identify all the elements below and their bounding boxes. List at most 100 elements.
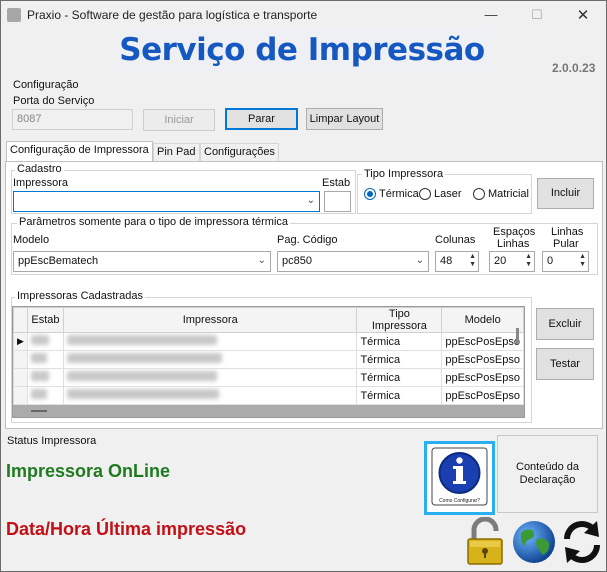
printer-label: Impressora bbox=[13, 177, 69, 189]
model-select-value: ppEscBematech bbox=[18, 255, 99, 267]
declaration-line-2: Declaração bbox=[519, 474, 576, 486]
clear-layout-button[interactable]: Limpar Layout bbox=[306, 108, 383, 130]
port-input[interactable]: 8087 bbox=[12, 109, 133, 130]
type-cell: Térmica bbox=[356, 350, 443, 369]
estab-cell bbox=[26, 368, 64, 387]
radio-laser-label: Laser bbox=[434, 188, 462, 200]
version-label: 2.0.0.23 bbox=[552, 61, 596, 75]
declaration-line-1: Conteúdo da bbox=[516, 461, 579, 473]
registered-printers-title: Impressoras Cadastradas bbox=[15, 290, 145, 302]
radio-dot bbox=[364, 188, 376, 200]
chevron-down-icon: ⌄ bbox=[306, 195, 315, 206]
last-print-datetime: Data/Hora Última impressão bbox=[6, 519, 247, 539]
estab-cell bbox=[26, 350, 64, 369]
line-spacing-spinner[interactable]: 20 ▲ ▼ bbox=[489, 251, 535, 272]
vertical-scrollbar-thumb[interactable] bbox=[516, 328, 519, 344]
codepage-label: Pag. Código bbox=[277, 234, 338, 246]
spin-arrows-icon: ▲ ▼ bbox=[579, 253, 586, 268]
chevron-down-icon: ⌄ bbox=[415, 255, 424, 266]
printer-cell bbox=[62, 386, 358, 405]
skip-lines-label-1: Linhas bbox=[551, 226, 584, 238]
line-spacing-value: 20 bbox=[494, 255, 507, 267]
type-cell: Térmica bbox=[356, 386, 443, 405]
printer-select[interactable]: ⌄ bbox=[13, 191, 320, 212]
estab-input[interactable] bbox=[324, 191, 351, 212]
radio-termica-label: Térmica bbox=[379, 188, 419, 200]
declaration-content-button[interactable]: Conteúdo da Declaração bbox=[497, 435, 598, 513]
type-cell: Térmica bbox=[356, 368, 443, 387]
row-selector bbox=[13, 386, 28, 405]
skip-lines-value: 0 bbox=[547, 255, 554, 267]
model-label: Modelo bbox=[13, 234, 50, 246]
help-caption: Como Configurar? bbox=[439, 498, 480, 504]
minimize-button[interactable]: — bbox=[468, 1, 514, 28]
horizontal-scrollbar-thumb[interactable] bbox=[31, 410, 47, 412]
table-row[interactable]: Térmica ppEscPosEpso bbox=[13, 368, 524, 387]
start-button[interactable]: Iniciar bbox=[143, 109, 215, 131]
printers-grid[interactable]: Estab Impressora Tipo Impressora Modelo … bbox=[12, 306, 525, 418]
tab-printer-config[interactable]: Configuração de Impressora bbox=[6, 141, 153, 162]
table-row[interactable]: Térmica ppEscPosEpso bbox=[13, 386, 524, 405]
column-header-model[interactable]: Modelo bbox=[441, 307, 524, 333]
globe-icon[interactable] bbox=[511, 519, 557, 565]
row-selector bbox=[13, 350, 28, 369]
estab-label: Estab bbox=[322, 177, 351, 189]
radio-dot bbox=[473, 188, 485, 200]
tab-pin-pad[interactable]: Pin Pad bbox=[153, 143, 200, 162]
printer-cell bbox=[62, 332, 358, 351]
columns-spinner[interactable]: 48 ▲ ▼ bbox=[435, 251, 479, 272]
radio-dot bbox=[419, 188, 431, 200]
delete-button[interactable]: Excluir bbox=[536, 308, 594, 340]
app-icon bbox=[7, 7, 21, 22]
table-row[interactable]: Térmica ppEscPosEpso bbox=[13, 350, 524, 369]
printer-cell bbox=[62, 368, 358, 387]
info-icon: Como Configurar? bbox=[431, 447, 488, 506]
column-header-printer[interactable]: Impressora bbox=[62, 307, 358, 333]
line-spacing-label-2: Linhas bbox=[497, 238, 530, 250]
how-to-configure-button[interactable]: Como Configurar? bbox=[424, 441, 495, 515]
model-select[interactable]: ppEscBematech ⌄ bbox=[13, 251, 271, 272]
columns-value: 48 bbox=[440, 255, 453, 267]
app-window: Praxio - Software de gestão para logísti… bbox=[0, 0, 607, 572]
chevron-down-icon: ⌄ bbox=[257, 255, 266, 266]
line-spacing-label-1: Espaços bbox=[493, 226, 536, 238]
printer-cell bbox=[62, 350, 358, 369]
columns-label: Colunas bbox=[435, 234, 476, 246]
codepage-select[interactable]: pc850 ⌄ bbox=[277, 251, 429, 272]
declaration-label: Conteúdo da Declaração bbox=[516, 461, 579, 487]
tab-settings[interactable]: Configurações bbox=[200, 143, 279, 162]
skip-lines-spinner[interactable]: 0 ▲ ▼ bbox=[542, 251, 589, 272]
radio-matricial-label: Matricial bbox=[488, 188, 529, 200]
row-selector bbox=[13, 368, 28, 387]
type-cell: Térmica bbox=[356, 332, 443, 351]
window-title: Praxio - Software de gestão para logísti… bbox=[27, 7, 318, 22]
padlock-icon[interactable] bbox=[464, 517, 506, 567]
radio-laser[interactable]: Laser bbox=[419, 188, 462, 200]
estab-cell bbox=[26, 386, 64, 405]
include-button[interactable]: Incluir bbox=[537, 178, 594, 209]
close-button[interactable]: ✕ bbox=[560, 1, 606, 28]
model-cell: ppEscPosEpso bbox=[441, 332, 524, 351]
table-row[interactable]: ▶ Térmica ppEscPosEpso bbox=[13, 332, 524, 351]
printer-type-group-title: Tipo Impressora bbox=[362, 168, 446, 180]
radio-termica[interactable]: Térmica bbox=[364, 188, 419, 200]
stop-button[interactable]: Parar bbox=[225, 108, 298, 130]
printer-online-status: Impressora OnLine bbox=[6, 461, 171, 481]
model-cell: ppEscPosEpso bbox=[441, 386, 524, 405]
spin-arrows-icon: ▲ ▼ bbox=[469, 253, 476, 268]
port-label: Porta do Serviço bbox=[13, 95, 95, 107]
radio-matricial[interactable]: Matricial bbox=[473, 188, 529, 200]
title-bar: Praxio - Software de gestão para logísti… bbox=[1, 1, 606, 28]
model-cell: ppEscPosEpso bbox=[441, 368, 524, 387]
test-button[interactable]: Testar bbox=[536, 348, 594, 380]
column-header-type[interactable]: Tipo Impressora bbox=[356, 307, 443, 333]
row-selector-arrow-icon: ▶ bbox=[13, 332, 28, 351]
maximize-button[interactable]: ☐ bbox=[514, 1, 560, 28]
refresh-icon[interactable] bbox=[559, 517, 605, 567]
page-title-banner: Serviço de Impressão bbox=[113, 28, 491, 72]
thermal-params-title: Parâmetros somente para o tipo de impres… bbox=[17, 216, 291, 228]
estab-cell bbox=[26, 332, 64, 351]
cadastro-group-title: Cadastro bbox=[15, 163, 64, 175]
codepage-select-value: pc850 bbox=[282, 255, 312, 267]
column-header-estab[interactable]: Estab bbox=[26, 307, 64, 333]
